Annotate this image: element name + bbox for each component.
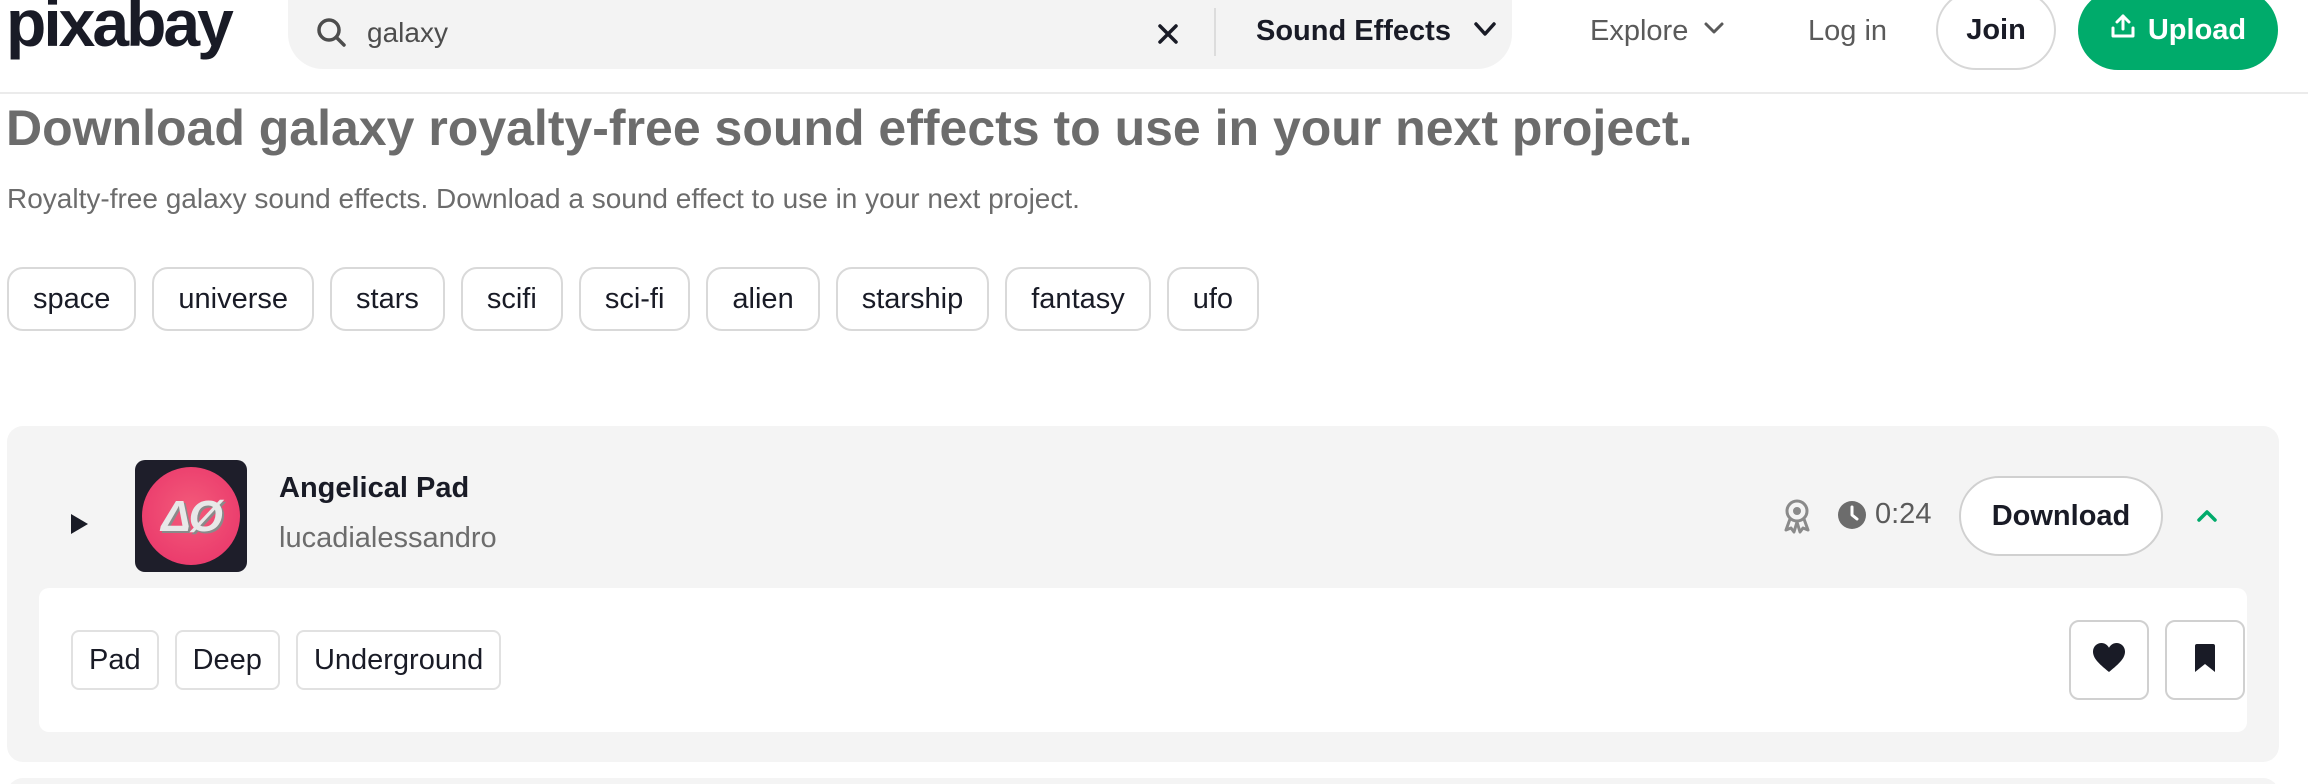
track-author[interactable]: lucadialessandro <box>279 522 497 555</box>
related-tag-chip[interactable]: space <box>7 267 137 331</box>
close-icon[interactable] <box>1148 14 1188 54</box>
chevron-down-icon <box>1471 15 1499 48</box>
track-duration: 0:24 <box>1875 498 1932 530</box>
track-details-panel: Pad Deep Underground <box>39 588 2247 732</box>
upload-label: Upload <box>2147 13 2247 46</box>
track-tags: Pad Deep Underground <box>71 630 502 690</box>
search-divider <box>1214 8 1216 56</box>
explore-label: Explore <box>1590 14 1689 47</box>
bookmark-icon <box>2193 643 2217 678</box>
search-input[interactable]: galaxy <box>367 16 448 50</box>
related-tag-chip[interactable]: scifi <box>460 267 563 331</box>
related-tag-chip[interactable]: alien <box>706 267 820 331</box>
track-title[interactable]: Angelical Pad <box>279 472 469 505</box>
related-tag-chip[interactable]: stars <box>330 267 445 331</box>
chevron-up-icon[interactable] <box>2191 500 2223 532</box>
award-icon <box>1777 496 1817 536</box>
download-button[interactable]: Download <box>1959 476 2163 556</box>
play-button[interactable] <box>55 502 103 550</box>
join-button[interactable]: Join <box>1936 0 2056 70</box>
upload-icon <box>2110 13 2136 47</box>
track-cover-image[interactable]: ΔØ <box>135 460 247 572</box>
track-tag[interactable]: Deep <box>174 630 280 690</box>
related-tags: space universe stars scifi sci-fi alien … <box>7 267 1260 331</box>
save-to-collection-button[interactable] <box>2165 620 2245 700</box>
page-subtitle: Royalty-free galaxy sound effects. Downl… <box>7 183 1080 214</box>
login-link[interactable]: Log in <box>1808 0 1887 62</box>
track-tag[interactable]: Underground <box>295 630 502 690</box>
related-tag-chip[interactable]: ufo <box>1166 267 1260 331</box>
explore-menu[interactable]: Explore <box>1590 0 1726 62</box>
related-tag-chip[interactable]: fantasy <box>1005 267 1151 331</box>
heart-icon <box>2092 642 2126 679</box>
media-type-dropdown[interactable]: Sound Effects <box>1256 0 1499 62</box>
related-tag-chip[interactable]: sci-fi <box>578 267 691 331</box>
related-tag-chip[interactable]: starship <box>835 267 990 331</box>
page-title: Download galaxy royalty-free sound effec… <box>6 100 1693 156</box>
search-icon[interactable] <box>312 13 352 53</box>
clock-icon <box>1837 500 1867 530</box>
next-result-card <box>7 778 2279 784</box>
pixabay-logo[interactable]: pixabay <box>6 0 246 64</box>
play-icon <box>68 512 90 541</box>
like-button[interactable] <box>2069 620 2149 700</box>
upload-button[interactable]: Upload <box>2078 0 2278 70</box>
search-bar: galaxy Sound Effects <box>288 0 1512 69</box>
related-tag-chip[interactable]: universe <box>152 267 315 331</box>
media-type-label: Sound Effects <box>1256 14 1451 47</box>
chevron-down-icon <box>1702 15 1726 48</box>
svg-text:pixabay: pixabay <box>6 0 234 60</box>
audio-result-card: ΔØ Angelical Pad lucadialessandro 0:24 D… <box>7 426 2279 762</box>
top-navigation: pixabay galaxy Sound Effects Explore Log… <box>0 0 2308 94</box>
cover-logo-text: ΔØ <box>161 492 223 541</box>
track-tag[interactable]: Pad <box>71 630 159 690</box>
